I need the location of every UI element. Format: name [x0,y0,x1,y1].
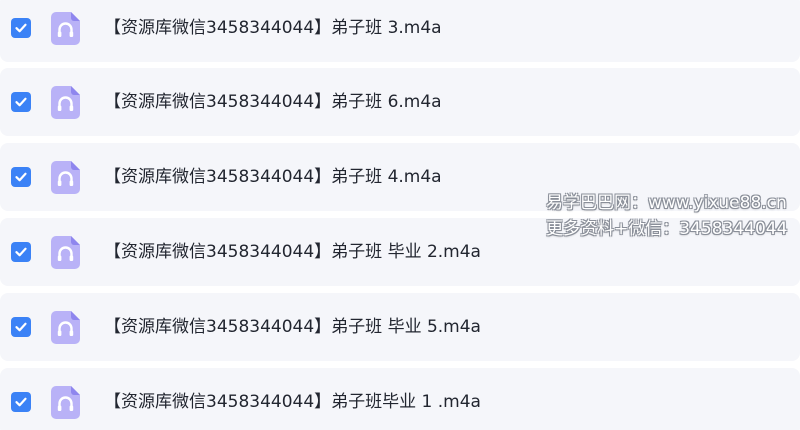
file-row[interactable]: 【资源库微信3458344044】弟子班 4.m4a [0,143,800,211]
checkbox-checked[interactable] [11,167,31,187]
file-name: 【资源库微信3458344044】弟子班 4.m4a [104,167,442,187]
checkmark-icon [15,247,27,257]
file-row[interactable]: 【资源库微信3458344044】弟子班 6.m4a [0,68,800,136]
file-name: 【资源库微信3458344044】弟子班 毕业 2.m4a [104,242,481,262]
file-list: 【资源库微信3458344044】弟子班 3.m4a 【资源库微信3458344… [0,0,800,430]
file-row[interactable]: 【资源库微信3458344044】弟子班 3.m4a [0,0,800,62]
audio-file-icon [51,86,80,119]
file-name: 【资源库微信3458344044】弟子班毕业 1 .m4a [104,392,481,412]
audio-file-icon [51,311,80,344]
file-name: 【资源库微信3458344044】弟子班 6.m4a [104,92,442,112]
audio-file-icon [51,236,80,269]
checkbox-checked[interactable] [11,317,31,337]
file-name: 【资源库微信3458344044】弟子班 毕业 5.m4a [104,317,481,337]
checkmark-icon [15,322,27,332]
audio-file-icon [51,161,80,194]
audio-file-icon [51,12,80,45]
checkbox-checked[interactable] [11,18,31,38]
file-row[interactable]: 【资源库微信3458344044】弟子班毕业 1 .m4a [0,368,800,430]
checkbox-checked[interactable] [11,242,31,262]
checkbox-checked[interactable] [11,92,31,112]
checkbox-checked[interactable] [11,392,31,412]
checkmark-icon [15,397,27,407]
audio-file-icon [51,386,80,419]
file-name: 【资源库微信3458344044】弟子班 3.m4a [104,18,442,38]
checkmark-icon [15,97,27,107]
file-row[interactable]: 【资源库微信3458344044】弟子班 毕业 5.m4a [0,293,800,361]
file-row[interactable]: 【资源库微信3458344044】弟子班 毕业 2.m4a [0,218,800,286]
checkmark-icon [15,172,27,182]
checkmark-icon [15,23,27,33]
